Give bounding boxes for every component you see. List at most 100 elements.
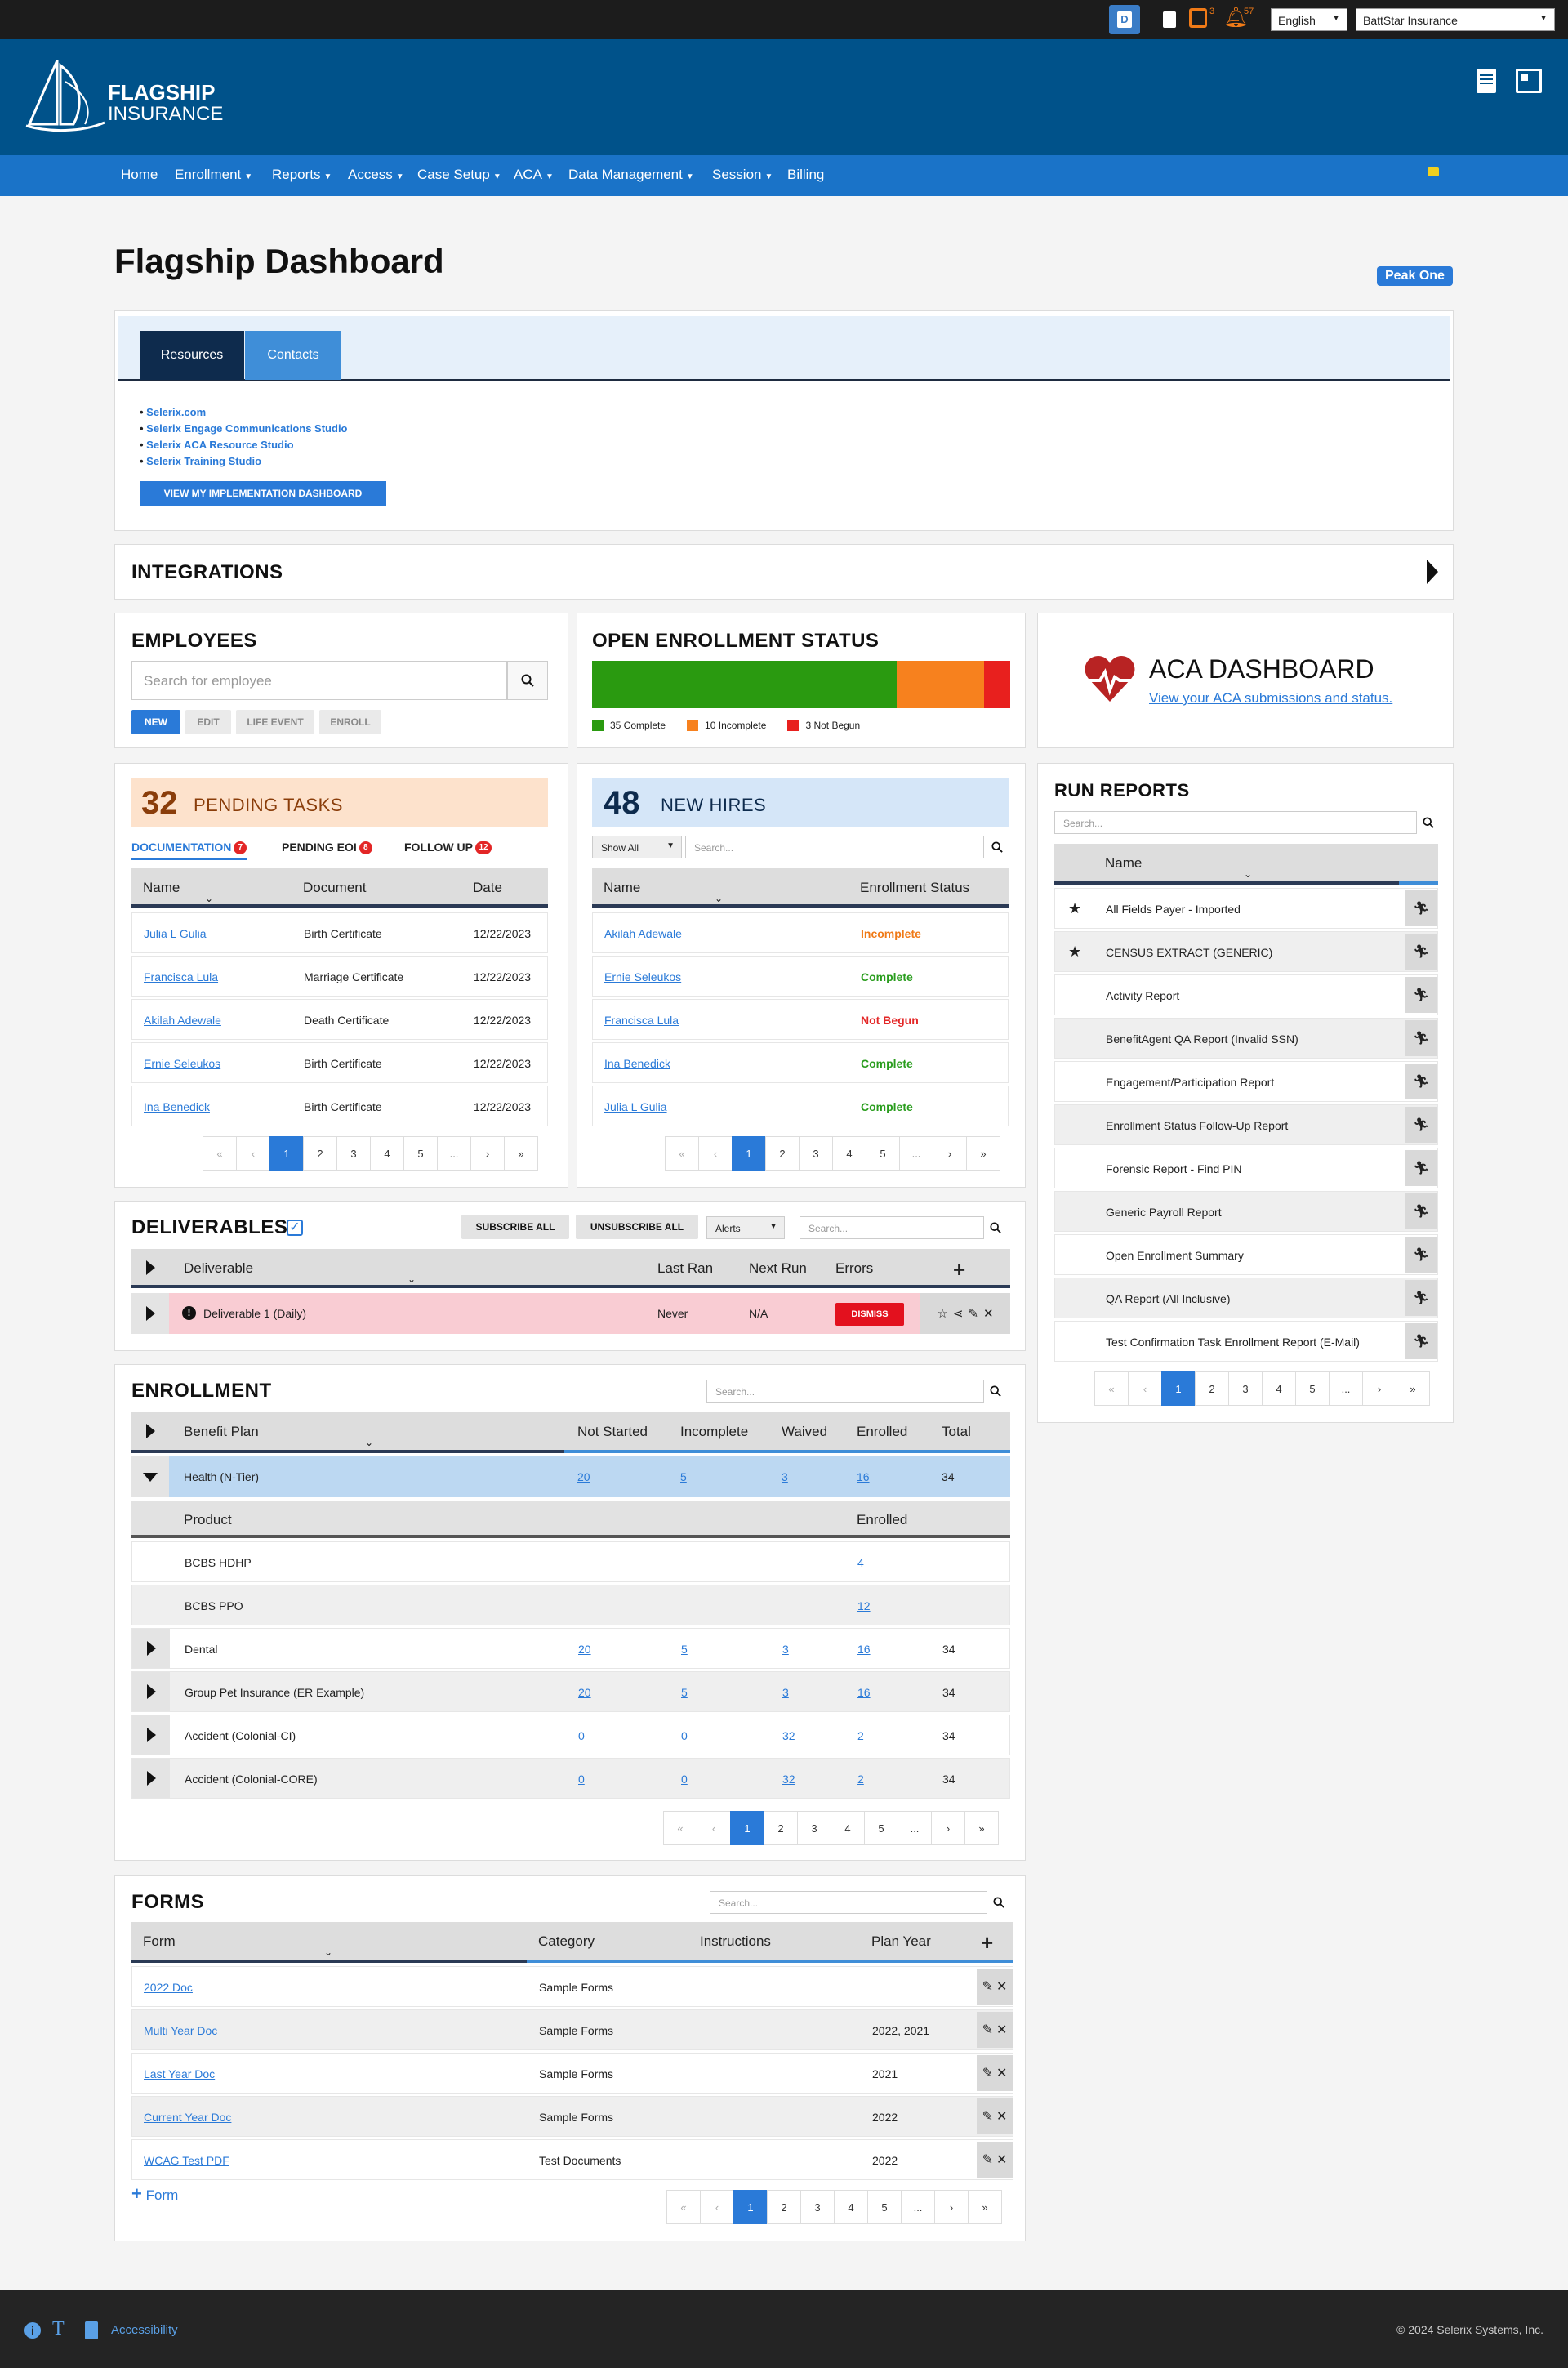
incomplete-link[interactable]: 5: [680, 1470, 687, 1483]
page-button[interactable]: ‹: [698, 1136, 733, 1171]
sort-icon[interactable]: ⌄: [205, 893, 213, 904]
report-row[interactable]: ★ All Fields Payer - Imported 🏃︎: [1054, 888, 1438, 929]
accessibility-link[interactable]: Accessibility: [111, 2323, 178, 2337]
col-waived[interactable]: Waived: [782, 1424, 827, 1440]
page-button[interactable]: 4: [831, 1811, 865, 1845]
nav-home[interactable]: Home: [121, 167, 158, 183]
unsubscribe-all-button[interactable]: UNSUBSCRIBE ALL: [576, 1215, 698, 1239]
nav-reports[interactable]: Reports ▼: [272, 167, 332, 183]
page-button[interactable]: 3: [800, 2190, 835, 2224]
checkbox-edit-icon[interactable]: ✓: [287, 1220, 303, 1236]
employee-link[interactable]: Akilah Adewale: [144, 1014, 221, 1027]
page-button[interactable]: «: [665, 1136, 699, 1171]
col-category[interactable]: Category: [538, 1933, 595, 1950]
share-icon[interactable]: ⋖: [953, 1306, 964, 1321]
count-link[interactable]: 32: [782, 1729, 795, 1742]
employee-link[interactable]: Julia L Gulia: [144, 927, 207, 940]
not-started-link[interactable]: 20: [577, 1470, 590, 1483]
page-button[interactable]: ‹: [697, 1811, 731, 1845]
col-next-run[interactable]: Next Run: [749, 1260, 807, 1277]
run-report-icon[interactable]: 🏃︎: [1405, 934, 1437, 970]
col-total[interactable]: Total: [942, 1424, 971, 1440]
subscribe-all-button[interactable]: SUBSCRIBE ALL: [461, 1215, 569, 1239]
expand-all-icon[interactable]: [146, 1424, 155, 1438]
reports-search-input[interactable]: Search...: [1054, 811, 1417, 834]
close-icon[interactable]: ✕: [996, 1978, 1007, 1995]
expand-icon[interactable]: [147, 1728, 156, 1742]
nav-aca[interactable]: ACA ▼: [514, 167, 554, 183]
oe-segment[interactable]: [983, 661, 1010, 708]
page-button[interactable]: «: [663, 1811, 697, 1845]
document-icon[interactable]: [85, 2321, 98, 2339]
employee-link[interactable]: Francisca Lula: [604, 1014, 679, 1027]
document-icon[interactable]: [1163, 11, 1176, 28]
employee-link[interactable]: Ernie Seleukos: [144, 1057, 220, 1070]
col-name[interactable]: Name: [143, 880, 180, 896]
newhires-search-input[interactable]: Search...: [685, 836, 984, 858]
count-link[interactable]: 20: [578, 1686, 591, 1699]
count-link[interactable]: 0: [578, 1773, 585, 1786]
col-name[interactable]: Name: [604, 880, 640, 896]
col-deliverable[interactable]: Deliverable: [184, 1260, 253, 1277]
tab-follow-up[interactable]: FOLLOW UP 12: [404, 841, 492, 855]
run-report-icon[interactable]: 🏃︎: [1405, 1237, 1437, 1273]
count-link[interactable]: 16: [858, 1686, 871, 1699]
sort-icon[interactable]: ⌄: [324, 1947, 332, 1958]
edit-icon[interactable]: ✎: [982, 2152, 993, 2168]
form-link[interactable]: Last Year Doc: [144, 2067, 215, 2080]
search-icon[interactable]: [1417, 811, 1440, 834]
dismiss-button[interactable]: DISMISS: [835, 1303, 904, 1326]
employee-search-input[interactable]: Search for employee: [131, 661, 507, 700]
add-form-button[interactable]: + Form: [131, 2183, 178, 2205]
new-employee-button[interactable]: NEW: [131, 710, 180, 734]
page-button[interactable]: »: [964, 1811, 999, 1845]
nav-enrollment[interactable]: Enrollment ▼: [175, 167, 252, 183]
page-button[interactable]: 2: [767, 2190, 801, 2224]
col-plan-year[interactable]: Plan Year: [871, 1933, 931, 1950]
company-select[interactable]: BattStar Insurance ▼: [1356, 8, 1555, 31]
page-button[interactable]: 3: [799, 1136, 833, 1171]
nav-access[interactable]: Access ▼: [348, 167, 404, 183]
collapse-icon[interactable]: [143, 1473, 158, 1482]
close-icon[interactable]: ✕: [996, 2152, 1007, 2168]
edit-icon[interactable]: ✎: [982, 2108, 993, 2125]
row-expander[interactable]: [131, 1293, 169, 1334]
count-link[interactable]: 20: [578, 1643, 591, 1656]
page-button[interactable]: »: [966, 1136, 1000, 1171]
run-report-icon[interactable]: 🏃︎: [1405, 1280, 1437, 1316]
search-icon[interactable]: [984, 1380, 1007, 1403]
show-all-select[interactable]: Show All ▼: [592, 836, 682, 858]
nav-case-setup[interactable]: Case Setup ▼: [417, 167, 501, 183]
page-button[interactable]: 5: [866, 1136, 900, 1171]
col-not-started[interactable]: Not Started: [577, 1424, 648, 1440]
report-row[interactable]: Generic Payroll Report 🏃︎: [1054, 1191, 1438, 1232]
resource-link[interactable]: • Selerix ACA Resource Studio: [140, 437, 348, 453]
form-link[interactable]: 2022 Doc: [144, 1981, 193, 1994]
link-text[interactable]: Selerix Engage Communications Studio: [146, 422, 347, 435]
expand-all-icon[interactable]: [146, 1260, 155, 1275]
page-button[interactable]: ›: [1362, 1371, 1396, 1406]
count-link[interactable]: 32: [782, 1773, 795, 1786]
resource-link[interactable]: • Selerix.com: [140, 404, 348, 421]
resource-link[interactable]: • Selerix Training Studio: [140, 453, 348, 470]
employee-link[interactable]: Ernie Seleukos: [604, 970, 681, 983]
expand-icon[interactable]: [147, 1641, 156, 1656]
page-button[interactable]: 4: [1262, 1371, 1296, 1406]
row-expander[interactable]: [131, 1456, 169, 1497]
col-document[interactable]: Document: [303, 880, 366, 896]
col-benefit-plan[interactable]: Benefit Plan: [184, 1424, 259, 1440]
expand-icon[interactable]: [147, 1771, 156, 1786]
page-button[interactable]: 1: [733, 2190, 768, 2224]
enrolled-link[interactable]: 12: [858, 1599, 871, 1612]
page-button[interactable]: «: [1094, 1371, 1129, 1406]
search-icon[interactable]: [987, 1891, 1010, 1914]
page-button[interactable]: ...: [898, 1811, 932, 1845]
text-size-icon[interactable]: T: [52, 2318, 65, 2340]
count-link[interactable]: 16: [858, 1643, 871, 1656]
page-button[interactable]: 2: [303, 1136, 337, 1171]
nav-session[interactable]: Session ▼: [712, 167, 773, 183]
count-link[interactable]: 5: [681, 1643, 688, 1656]
page-button[interactable]: 5: [864, 1811, 898, 1845]
page-button[interactable]: ...: [1329, 1371, 1363, 1406]
page-button[interactable]: 1: [732, 1136, 766, 1171]
